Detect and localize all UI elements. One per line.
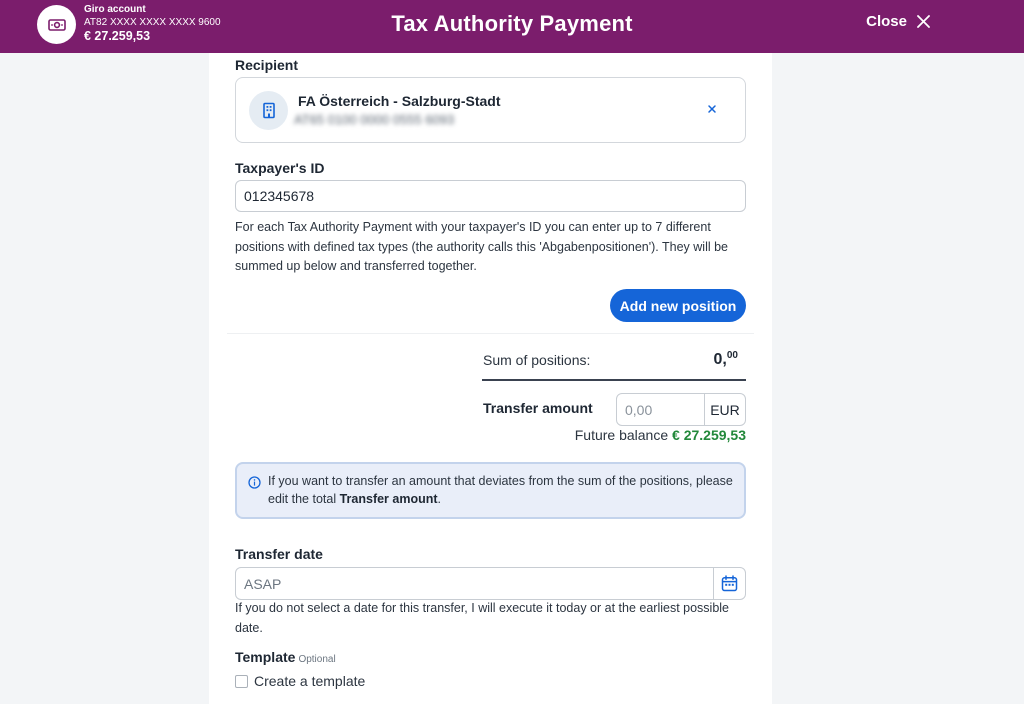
account-name: Giro account bbox=[84, 4, 146, 15]
calendar-icon bbox=[721, 575, 738, 592]
recipient-iban: AT65 0100 0000 0555 6093 bbox=[294, 112, 455, 127]
sum-rule bbox=[482, 379, 746, 381]
recipient-label: Recipient bbox=[235, 57, 299, 73]
transfer-date-field[interactable]: ASAP bbox=[235, 567, 746, 600]
remove-recipient-icon[interactable] bbox=[705, 102, 719, 116]
future-balance-label: Future balance bbox=[574, 427, 669, 443]
taxpayer-info-text: For each Tax Authority Payment with your… bbox=[235, 220, 729, 273]
notice-text-before: If you want to transfer an amount that d… bbox=[268, 474, 733, 506]
account-info: Giro account AT82 XXXX XXXX XXXX 9600 € … bbox=[84, 3, 221, 43]
notice-text-after: . bbox=[437, 491, 442, 506]
template-label: Template Optional bbox=[235, 649, 336, 665]
banknote-icon bbox=[37, 5, 76, 44]
future-balance: Future balance € 27.259,53 bbox=[575, 427, 746, 443]
taxpayer-id-label: Taxpayer's ID bbox=[235, 160, 325, 176]
close-button[interactable]: Close bbox=[866, 13, 930, 30]
amount-notice: If you want to transfer an amount that d… bbox=[235, 462, 746, 519]
transfer-date-label: Transfer date bbox=[235, 546, 323, 562]
create-template-checkbox-row[interactable]: Create a template bbox=[235, 673, 365, 689]
transfer-amount-label: Transfer amount bbox=[483, 400, 593, 416]
taxpayer-id-input[interactable]: 012345678 bbox=[235, 180, 746, 212]
create-template-label: Create a template bbox=[254, 673, 366, 689]
sum-value: 0,00 bbox=[714, 350, 738, 369]
create-template-checkbox[interactable] bbox=[235, 674, 248, 688]
notice-text: If you want to transfer an amount that d… bbox=[268, 473, 733, 508]
transfer-date-input[interactable]: ASAP bbox=[236, 568, 713, 599]
close-icon bbox=[917, 15, 930, 28]
info-icon bbox=[248, 476, 261, 489]
template-label-text: Template bbox=[235, 649, 296, 665]
recipient-name: FA Österreich - Salzburg-Stadt bbox=[298, 93, 501, 109]
bank-building-icon bbox=[249, 91, 288, 130]
notice-text-bold: Transfer amount bbox=[339, 491, 438, 506]
currency-label: EUR bbox=[704, 394, 745, 425]
top-bar: Giro account AT82 XXXX XXXX XXXX 9600 € … bbox=[0, 0, 1024, 53]
recipient-card[interactable]: FA Österreich - Salzburg-Stadt AT65 0100… bbox=[235, 77, 746, 143]
sum-value-dec: 00 bbox=[726, 350, 738, 361]
close-label: Close bbox=[866, 13, 907, 30]
future-balance-value: € 27.259,53 bbox=[672, 427, 746, 443]
transfer-amount-field[interactable]: 0,00 EUR bbox=[616, 393, 746, 426]
sum-value-int: 0, bbox=[713, 351, 727, 368]
account-balance: € 27.259,53 bbox=[84, 29, 151, 43]
transfer-date-info: If you do not select a date for this tra… bbox=[235, 601, 730, 635]
calendar-button[interactable] bbox=[713, 568, 745, 599]
transfer-amount-input[interactable]: 0,00 bbox=[617, 394, 704, 425]
payment-form-panel: Recipient FA Österreich - Salzburg-Stadt… bbox=[209, 53, 772, 704]
sum-label: Sum of positions: bbox=[483, 352, 591, 368]
optional-tag: Optional bbox=[298, 654, 336, 665]
account-iban: AT82 XXXX XXXX XXXX 9600 bbox=[84, 17, 221, 28]
divider bbox=[227, 333, 754, 334]
add-position-button[interactable]: Add new position bbox=[610, 289, 746, 322]
